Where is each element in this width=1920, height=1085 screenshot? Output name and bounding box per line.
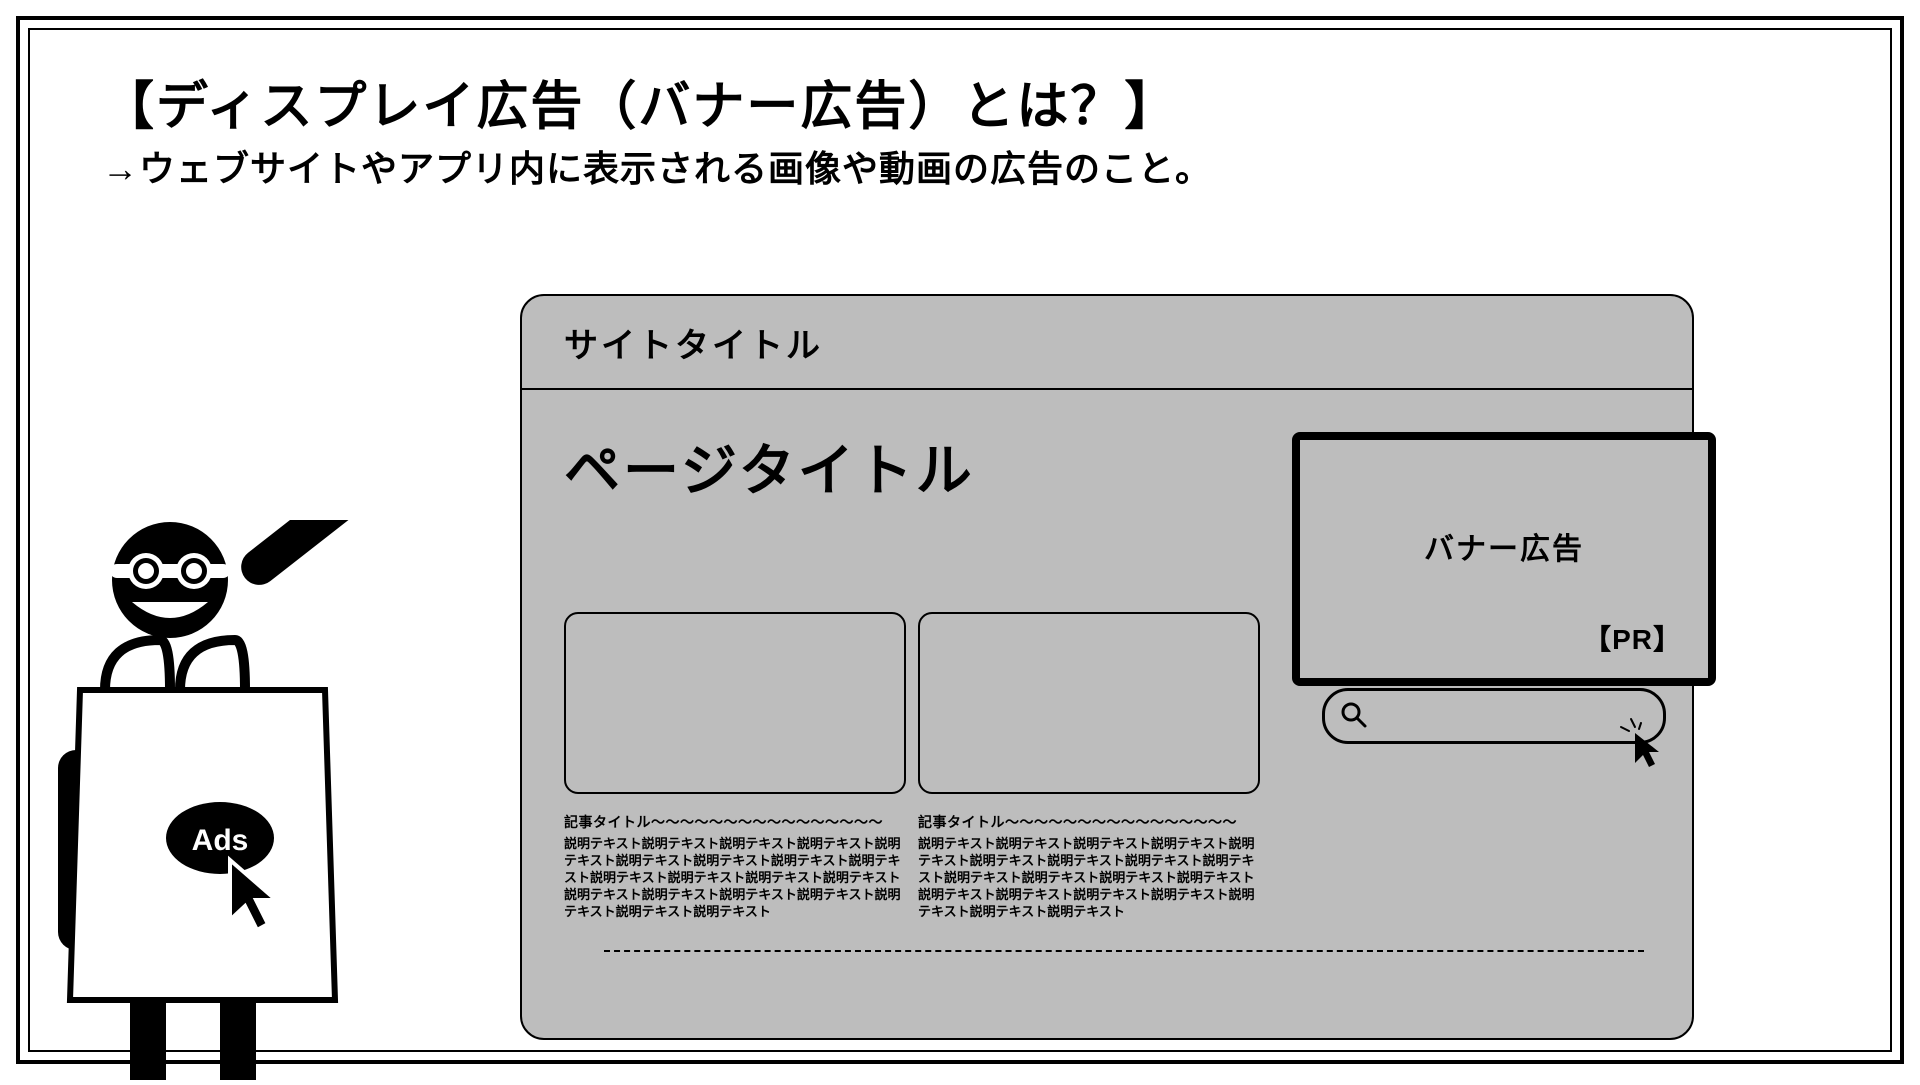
ads-badge-label: Ads [192,824,249,857]
divider [604,950,1644,952]
mascot-character: Ads [40,520,440,1080]
site-header: サイトタイトル [522,296,1692,390]
site-title: サイトタイトル [564,318,823,367]
article-title-1: 記事タイトル〜〜〜〜〜〜〜〜〜〜〜〜〜〜〜〜 [564,812,883,832]
article-title-2: 記事タイトル〜〜〜〜〜〜〜〜〜〜〜〜〜〜〜〜 [918,812,1237,832]
slide-title: 【ディスプレイ広告（バナー広告）とは？】 [102,64,1178,139]
slide-subtitle: →ウェブサイトやアプリ内に表示される画像や動画の広告のこと。 [102,140,1212,192]
banner-ad[interactable]: バナー広告 【PR】 [1292,432,1716,686]
article-card-1 [564,612,906,794]
page-title: ページタイトル [564,426,975,507]
article-card-2 [918,612,1260,794]
search-bar[interactable] [1322,688,1666,744]
search-icon [1339,700,1369,735]
inner-frame: 【ディスプレイ広告（バナー広告）とは？】 →ウェブサイトやアプリ内に表示される画… [28,28,1892,1052]
outer-frame: 【ディスプレイ広告（バナー広告）とは？】 →ウェブサイトやアプリ内に表示される画… [16,16,1904,1064]
website-mockup: サイトタイトル ページタイトル 記事タイトル〜〜〜〜〜〜〜〜〜〜〜〜〜〜〜〜 記… [520,294,1694,1040]
pr-badge: 【PR】 [1583,618,1682,658]
cursor-click-icon [1617,717,1671,776]
article-body-2: 説明テキスト説明テキスト説明テキスト説明テキスト説明テキスト説明テキスト説明テキ… [918,836,1256,920]
article-body-1: 説明テキスト説明テキスト説明テキスト説明テキスト説明テキスト説明テキスト説明テキ… [564,836,902,920]
banner-label: バナー広告 [1300,524,1708,568]
